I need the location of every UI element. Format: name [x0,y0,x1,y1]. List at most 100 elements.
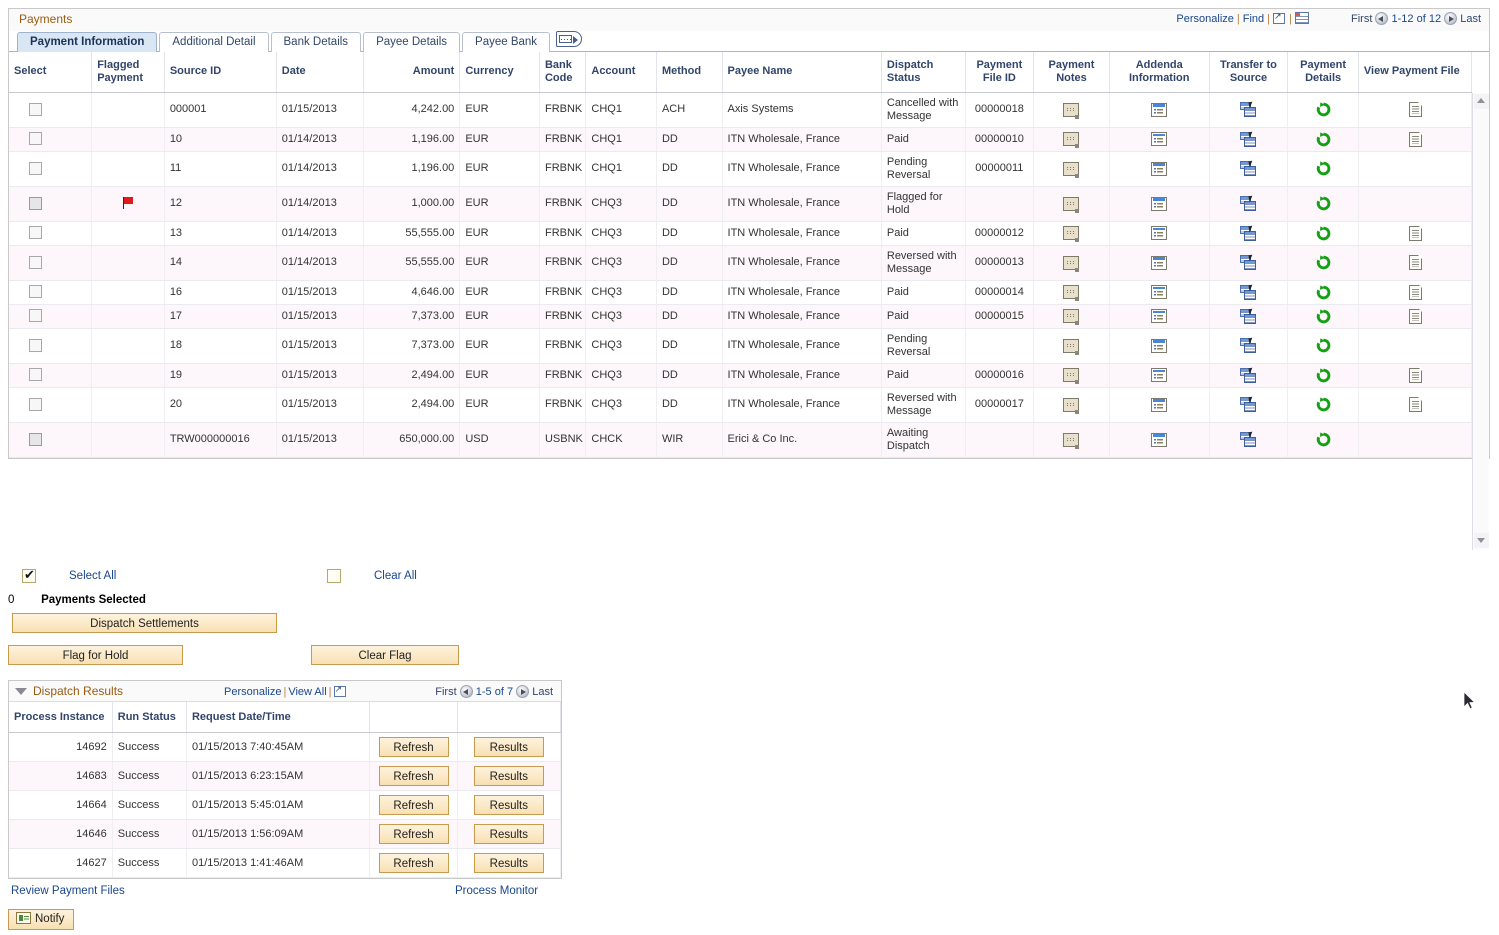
dispatch-settlements-button[interactable]: Dispatch Settlements [12,613,277,633]
dr-view-all-link[interactable]: View All [288,686,326,698]
payment-notes-icon[interactable] [1063,339,1079,353]
payment-notes-icon[interactable] [1063,398,1079,412]
view-payment-file-icon[interactable] [1409,368,1422,383]
transfer-to-source-icon[interactable] [1240,338,1257,353]
payment-details-icon[interactable] [1316,102,1331,117]
pager-next-icon[interactable] [1444,12,1457,25]
payment-details-icon[interactable] [1316,285,1331,300]
transfer-to-source-icon[interactable] [1240,132,1257,147]
flag-for-hold-button[interactable]: Flag for Hold [8,645,183,665]
refresh-button[interactable]: Refresh [379,824,449,844]
payment-notes-icon[interactable] [1063,309,1079,323]
view-payment-file-icon[interactable] [1409,102,1422,117]
transfer-to-source-icon[interactable] [1240,432,1257,447]
payment-details-icon[interactable] [1316,226,1331,241]
payment-notes-icon[interactable] [1063,103,1079,117]
row-select-checkbox[interactable] [29,433,42,446]
payment-notes-icon[interactable] [1063,368,1079,382]
clear-flag-button[interactable]: Clear Flag [311,645,459,665]
row-select-checkbox[interactable] [29,368,42,381]
view-payment-file-icon[interactable] [1409,226,1422,241]
view-payment-file-icon[interactable] [1409,397,1422,412]
tab-payment-information[interactable]: Payment Information [17,32,157,52]
grid-vertical-scrollbar[interactable] [1472,93,1489,550]
row-select-checkbox[interactable] [29,285,42,298]
payment-details-icon[interactable] [1316,196,1331,211]
refresh-button[interactable]: Refresh [379,853,449,873]
dr-pager-last[interactable]: Last [532,686,553,698]
payment-details-icon[interactable] [1316,309,1331,324]
transfer-to-source-icon[interactable] [1240,368,1257,383]
addenda-information-icon[interactable] [1151,162,1167,176]
row-select-checkbox[interactable] [29,309,42,322]
clear-all-checkbox[interactable] [327,569,341,583]
payment-notes-icon[interactable] [1063,256,1079,270]
scroll-track[interactable] [1474,110,1488,533]
payment-notes-icon[interactable] [1063,226,1079,240]
addenda-information-icon[interactable] [1151,285,1167,299]
view-payment-file-icon[interactable] [1409,132,1422,147]
addenda-information-icon[interactable] [1151,226,1167,240]
row-select-checkbox[interactable] [29,256,42,269]
results-button[interactable]: Results [474,766,544,786]
row-select-checkbox[interactable] [29,339,42,352]
tab-additional-detail[interactable]: Additional Detail [159,32,268,52]
transfer-to-source-icon[interactable] [1240,397,1257,412]
addenda-information-icon[interactable] [1151,309,1167,323]
view-payment-file-icon[interactable] [1409,309,1422,324]
process-monitor-link[interactable]: Process Monitor [455,885,538,897]
clear-all-link[interactable]: Clear All [374,570,417,582]
payment-notes-icon[interactable] [1063,197,1079,211]
pager-prev-icon[interactable] [1375,12,1388,25]
new-window-icon[interactable] [334,685,347,697]
payment-details-icon[interactable] [1316,132,1331,147]
refresh-button[interactable]: Refresh [379,766,449,786]
dr-pager-first[interactable]: First [435,686,456,698]
row-select-checkbox[interactable] [29,162,42,175]
dr-personalize-link[interactable]: Personalize [224,686,281,698]
transfer-to-source-icon[interactable] [1240,309,1257,324]
payment-details-icon[interactable] [1316,397,1331,412]
payment-notes-icon[interactable] [1063,285,1079,299]
row-select-checkbox[interactable] [29,226,42,239]
pager-last[interactable]: Last [1460,13,1481,25]
view-payment-file-icon[interactable] [1409,285,1422,300]
row-select-checkbox[interactable] [29,103,42,116]
payment-notes-icon[interactable] [1063,132,1079,146]
results-button[interactable]: Results [474,824,544,844]
download-grid-icon[interactable] [1295,12,1309,24]
pager-first[interactable]: First [1351,13,1372,25]
addenda-information-icon[interactable] [1151,103,1167,117]
tab-bank-details[interactable]: Bank Details [271,32,362,52]
select-all-link[interactable]: Select All [69,570,116,582]
results-button[interactable]: Results [474,853,544,873]
payment-details-icon[interactable] [1316,432,1331,447]
transfer-to-source-icon[interactable] [1240,102,1257,117]
collapse-caret-icon[interactable] [15,688,27,695]
payment-details-icon[interactable] [1316,255,1331,270]
show-next-tabs-icon[interactable] [556,31,582,47]
scroll-up-icon[interactable] [1474,94,1489,109]
row-select-checkbox[interactable] [29,197,42,210]
tab-payee-bank[interactable]: Payee Bank [462,32,550,52]
scroll-down-icon[interactable] [1474,533,1489,548]
payment-notes-icon[interactable] [1063,162,1079,176]
addenda-information-icon[interactable] [1151,339,1167,353]
refresh-button[interactable]: Refresh [379,737,449,757]
notify-button[interactable]: Notify [8,909,74,930]
results-button[interactable]: Results [474,795,544,815]
addenda-information-icon[interactable] [1151,256,1167,270]
transfer-to-source-icon[interactable] [1240,255,1257,270]
addenda-information-icon[interactable] [1151,368,1167,382]
transfer-to-source-icon[interactable] [1240,161,1257,176]
review-payment-files-link[interactable]: Review Payment Files [11,885,125,897]
dr-pager-prev-icon[interactable] [460,685,473,698]
new-window-icon[interactable] [1273,12,1286,24]
transfer-to-source-icon[interactable] [1240,196,1257,211]
personalize-link[interactable]: Personalize [1176,13,1233,25]
tab-payee-details[interactable]: Payee Details [363,32,460,52]
addenda-information-icon[interactable] [1151,398,1167,412]
select-all-checkbox[interactable] [22,569,36,583]
refresh-button[interactable]: Refresh [379,795,449,815]
view-payment-file-icon[interactable] [1409,255,1422,270]
